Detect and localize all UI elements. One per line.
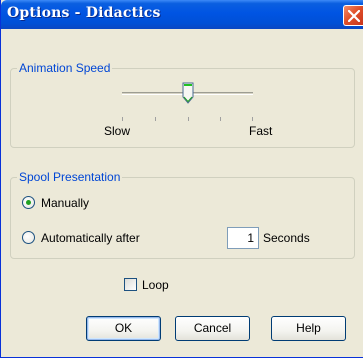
manually-label[interactable]: Manually xyxy=(41,196,89,210)
loop-checkbox[interactable] xyxy=(124,278,137,291)
help-button[interactable]: Help xyxy=(271,316,346,341)
seconds-label: Seconds xyxy=(263,231,310,245)
options-dialog: Options - Didactics Animation Speed Slow… xyxy=(0,0,363,358)
spool-presentation-label: Spool Presentation xyxy=(17,170,123,184)
close-icon xyxy=(348,10,360,22)
animation-speed-label: Animation Speed xyxy=(17,61,113,75)
slider-tick xyxy=(155,117,156,121)
automatically-label[interactable]: Automatically after xyxy=(41,231,140,245)
slow-label: Slow xyxy=(104,124,131,138)
spool-presentation-group: Spool Presentation xyxy=(10,170,355,259)
radio-selected-dot xyxy=(26,200,31,205)
automatically-radio[interactable] xyxy=(22,231,35,244)
cancel-button[interactable]: Cancel xyxy=(175,316,250,341)
loop-label[interactable]: Loop xyxy=(142,278,169,292)
slider-tick xyxy=(188,117,189,121)
ok-button[interactable]: OK xyxy=(86,316,161,341)
window-title: Options - Didactics xyxy=(7,5,161,21)
seconds-input[interactable]: 1 xyxy=(227,227,259,249)
manually-radio[interactable] xyxy=(22,196,35,209)
speed-slider-thumb[interactable] xyxy=(182,82,194,104)
slider-tick xyxy=(122,117,123,121)
close-button[interactable] xyxy=(343,5,363,26)
title-bar[interactable]: Options - Didactics xyxy=(1,0,363,29)
fast-label: Fast xyxy=(249,124,273,138)
animation-speed-group: Animation Speed xyxy=(10,61,355,148)
slider-tick xyxy=(252,117,253,121)
slider-tick xyxy=(220,117,221,121)
